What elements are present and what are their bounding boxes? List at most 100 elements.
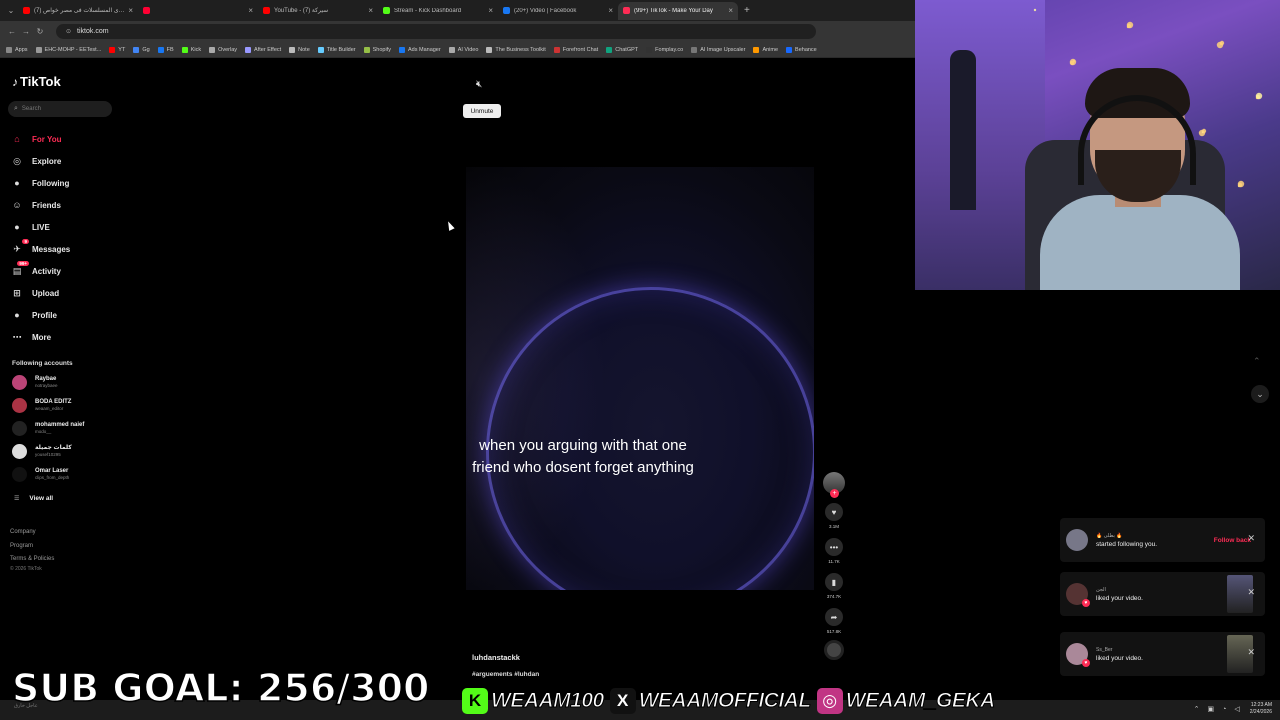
close-icon[interactable]: ✕ (1247, 533, 1255, 544)
sidebar-item-label: Friends (32, 200, 61, 210)
tiktok-logo[interactable]: ♪ TikTok (12, 74, 61, 89)
follow-back-button[interactable]: Follow back (1214, 537, 1251, 544)
search-input[interactable]: ⌕ Search (8, 101, 112, 117)
site-info-icon[interactable]: ⊙ (66, 28, 71, 35)
bookmark-item[interactable]: Anime (753, 46, 778, 53)
notification-card[interactable]: 🔥 بطلى 🔥 started following you. Follow bac… (1060, 518, 1265, 562)
address-bar[interactable]: ⊙ tiktok.com (56, 24, 816, 39)
music-disc-icon[interactable] (824, 640, 844, 660)
bookmark-item[interactable]: Fomplay.co (646, 46, 683, 53)
wifi-icon[interactable]: ◔ (1222, 706, 1226, 713)
browser-tab[interactable]: Stream - Kick Dashboard × (378, 2, 498, 20)
sidebar-item-upload[interactable]: ⊞ Upload (10, 282, 130, 304)
scroll-down-button[interactable]: ⌄ (1251, 385, 1269, 403)
creator-avatar[interactable]: + (823, 472, 845, 498)
bookmark-item[interactable]: The Business Toolkit (486, 46, 546, 53)
bookmark-item[interactable]: Gg (133, 46, 150, 53)
following-account[interactable]: mohammed naief modo__ (12, 421, 122, 436)
taskbar-clock[interactable]: 12:23 AM 2/24/2026 (1250, 702, 1272, 716)
sidebar-item-more[interactable]: ⋯ More (10, 326, 130, 348)
tab-close-icon[interactable]: × (608, 6, 613, 15)
following-account[interactable]: كلمات جميلة yousef10295 (12, 444, 122, 459)
bookmark-item[interactable]: Ads Manager (398, 46, 441, 53)
bookmark-item[interactable]: EHC-MOHP - EETest... (35, 46, 101, 53)
scroll-up-icon[interactable]: ⌃ (1253, 356, 1261, 367)
bookmark-item[interactable]: Title Builder (317, 46, 356, 53)
bookmark-label: YT (118, 46, 126, 53)
bookmark-item[interactable]: Kick (181, 46, 201, 53)
volume-icon[interactable]: ◁ (1234, 705, 1239, 713)
reload-icon[interactable]: ↻ (34, 27, 46, 36)
tab-close-icon[interactable]: × (368, 6, 373, 15)
bookmark-item[interactable]: Forefront Chat (553, 46, 598, 53)
tab-close-icon[interactable]: × (488, 6, 493, 15)
follow-plus-icon[interactable]: + (830, 489, 839, 498)
bookmark-action[interactable]: ▮ 374.7K (820, 573, 848, 599)
bookmark-item[interactable]: After Effect (245, 46, 281, 53)
notification-card[interactable]: ♥ الجن liked your video. ✕ (1060, 572, 1265, 616)
bookmark-item[interactable]: Apps (6, 46, 28, 53)
upload-icon: ⊞ (13, 287, 21, 298)
following-account[interactable]: Omar Laser clips_from_depth (12, 467, 122, 482)
bookmark-item[interactable]: Note (289, 46, 310, 53)
sidebar-item-explore[interactable]: ◎ Explore (10, 150, 130, 172)
following-account[interactable]: BODA EDITZ weaam_editor (12, 398, 122, 413)
share-action[interactable]: ➦ 517.8K (820, 608, 848, 634)
bookmark-item[interactable]: YT (109, 46, 126, 53)
bookmark-item[interactable]: AI Video (448, 46, 478, 53)
close-icon[interactable]: ✕ (1247, 587, 1255, 598)
tray-chevron-icon[interactable]: ⌃ (1194, 705, 1200, 713)
browser-tab[interactable]: × (138, 2, 258, 20)
bookmark-favicon-icon (157, 46, 164, 53)
sidebar-item-activity[interactable]: ▤ 99+ Activity (10, 260, 130, 282)
bookmark-item[interactable]: Overlay (209, 46, 237, 53)
tab-close-icon[interactable]: × (248, 6, 253, 15)
more-icon: ⋯ (12, 331, 22, 342)
browser-tab[interactable]: اقوى المسلسلات فى مصر خواص (7) × (18, 2, 138, 20)
following-account[interactable]: Raybae notraybaee (12, 375, 122, 390)
sidebar-item-messages[interactable]: ✈ 9 Messages (10, 238, 130, 260)
tiktok-logo-text: TikTok (20, 74, 61, 89)
video-hashtags[interactable]: #arguements #luhdan (472, 671, 539, 678)
bookmark-item[interactable]: Shopify (363, 46, 391, 53)
sidebar-item-for-you[interactable]: ⌂ For You (10, 128, 130, 150)
bookmark-item[interactable]: AI Image Upscaler (691, 46, 745, 53)
sidebar-item-following[interactable]: ● Following (10, 172, 130, 194)
bookmark-item[interactable]: ChatGPT (606, 46, 638, 53)
sidebar-item-profile[interactable]: ● Profile (10, 304, 130, 326)
tab-search-chevron-icon[interactable]: ⌄ (4, 6, 18, 15)
tab-close-icon[interactable]: × (128, 6, 133, 15)
live-icon: ● (14, 222, 20, 232)
heart-action[interactable]: ♥ 3.1M (820, 503, 848, 529)
bookmark-item[interactable]: Behance (786, 46, 817, 53)
browser-tab[interactable]: YouTube - سيركة (7) × (258, 2, 378, 20)
view-all-link[interactable]: ☰ View all (14, 495, 53, 502)
tiktok-note-icon: ♪ (12, 74, 18, 89)
bookmark-item[interactable]: FB (157, 46, 174, 53)
home-icon: ⌂ (14, 134, 20, 144)
forward-arrow-icon[interactable]: → (20, 27, 32, 36)
bookmark-favicon-icon (6, 46, 12, 53)
back-arrow-icon[interactable]: ← (6, 27, 18, 36)
sidebar-item-live[interactable]: ● LIVE (10, 216, 130, 238)
tab-close-icon[interactable]: × (728, 6, 733, 15)
footer-link-company[interactable]: Company (10, 526, 54, 540)
notification-card[interactable]: ♥ Ss_Ber liked your video. ✕ (1060, 632, 1265, 676)
browser-tab[interactable]: (20+) Video | Facebook × (498, 2, 618, 20)
browser-tab[interactable]: (99+) TikTok - Make Your Day × (618, 1, 738, 20)
comment-action[interactable]: ••• 11.7K (820, 538, 848, 564)
bookmark-favicon-icon (398, 46, 405, 53)
close-icon[interactable]: ✕ (1247, 647, 1255, 658)
tray-app-icon[interactable]: ▣ (1208, 705, 1215, 713)
tab-favicon-icon (623, 7, 630, 14)
account-name: BODA EDITZ (35, 399, 72, 405)
new-tab-button[interactable]: + (744, 5, 750, 16)
muted-speaker-icon[interactable]: 🔇︎ (476, 79, 482, 90)
footer-link-program[interactable]: Program (10, 540, 54, 554)
social-handle: X WEAAMOFFICIAL (609, 688, 812, 714)
sidebar-item-friends[interactable]: ☺ Friends (10, 194, 130, 216)
video-player[interactable]: when you arguing with that one friend wh… (466, 167, 814, 590)
video-author[interactable]: luhdanstackk (472, 653, 520, 662)
footer-link-terms[interactable]: Terms & Policies (10, 553, 54, 567)
copyright-text: © 2026 TikTok (10, 566, 42, 572)
